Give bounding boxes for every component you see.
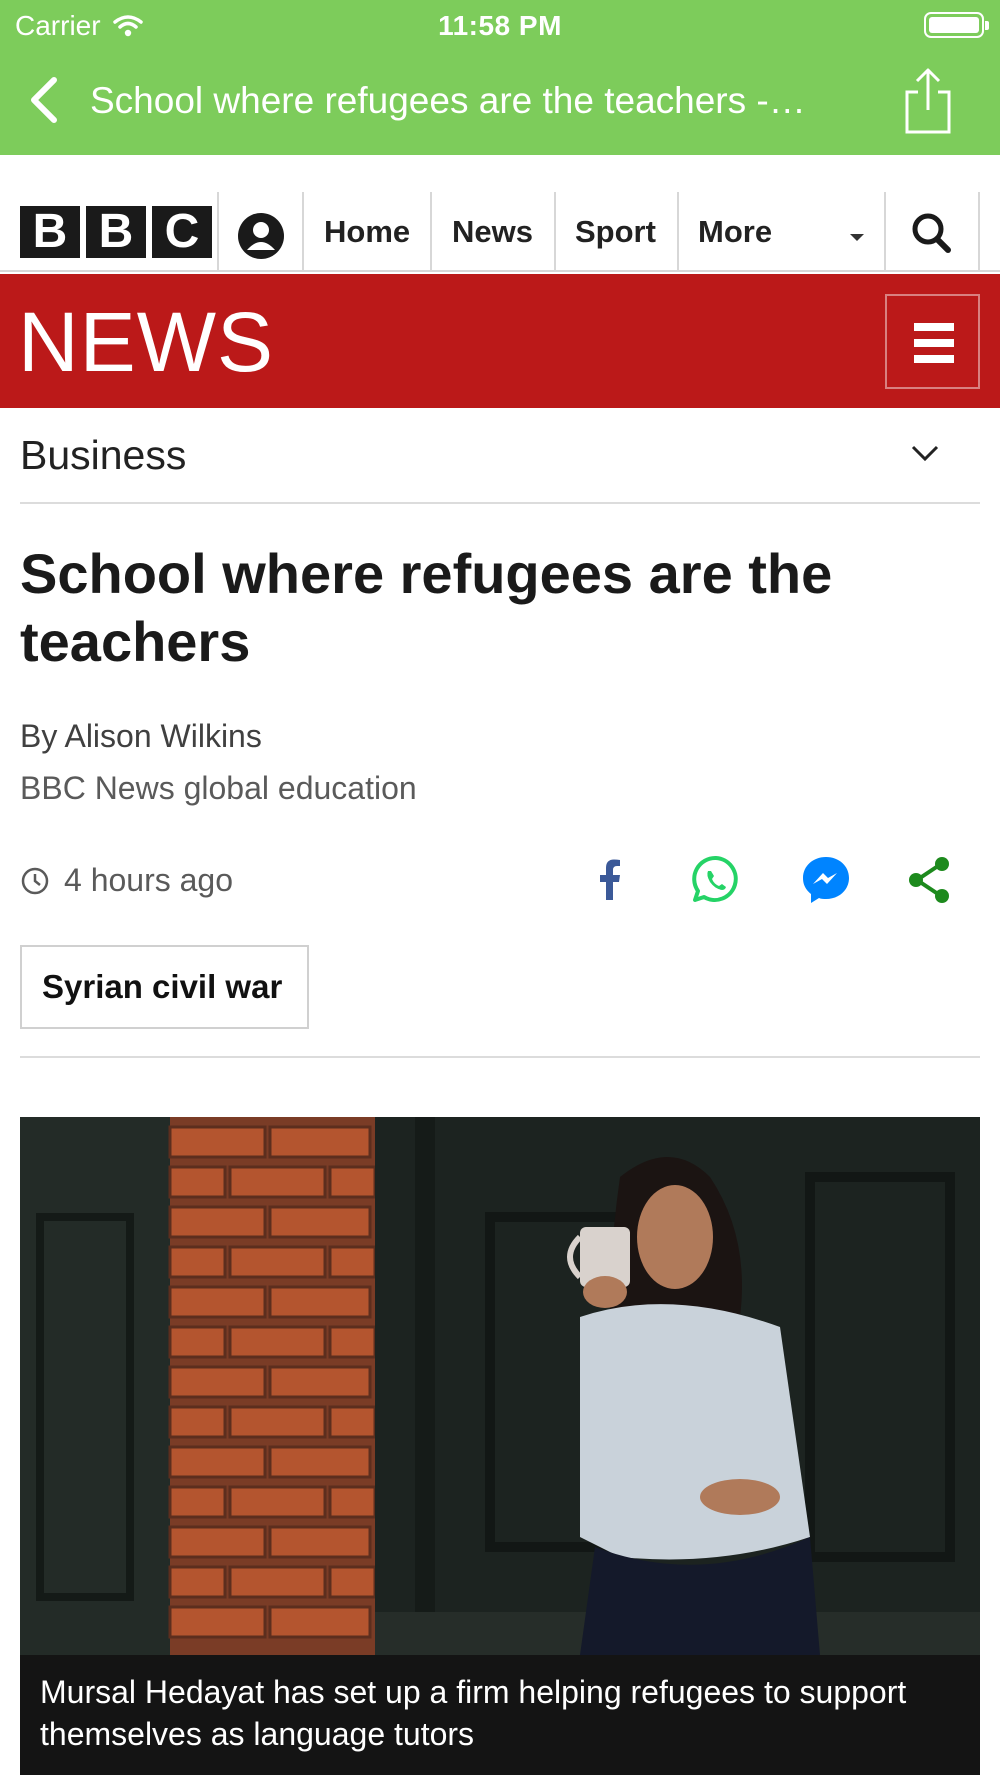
account-icon xyxy=(238,213,284,259)
timestamp-text: 4 hours ago xyxy=(64,862,234,898)
header-divider xyxy=(677,192,679,272)
bbc-logo-letter: B xyxy=(86,206,146,258)
news-logo[interactable]: NEWS xyxy=(18,294,274,391)
clock-icon xyxy=(21,867,49,894)
share-upload-icon xyxy=(905,68,951,134)
nav-title: School where refugees are the teachers -… xyxy=(90,80,806,121)
navigation-bar: School where refugees are the teachers -… xyxy=(0,58,1000,148)
section-label: Business xyxy=(20,432,187,478)
messenger-icon[interactable] xyxy=(798,852,854,908)
article-photo xyxy=(20,1117,980,1655)
article-timestamp: 4 hours ago xyxy=(20,862,233,899)
status-time: 11:58 PM xyxy=(438,10,562,41)
topic-tag[interactable]: Syrian civil war xyxy=(20,945,309,1029)
photo-illustration xyxy=(20,1117,980,1655)
article-byline: By Alison Wilkins xyxy=(20,718,262,754)
chevron-down-icon xyxy=(911,445,939,462)
news-banner: NEWS xyxy=(0,274,1000,408)
account-button[interactable] xyxy=(219,192,302,272)
search-icon xyxy=(912,213,951,253)
share-icon[interactable] xyxy=(902,852,958,908)
hamburger-icon xyxy=(914,323,954,331)
status-bar: Carrier 11:58 PM xyxy=(0,0,1000,50)
header-divider xyxy=(978,192,980,272)
bbc-logo-letter: C xyxy=(152,206,212,258)
menu-button[interactable] xyxy=(885,294,980,389)
author-role: BBC News global education xyxy=(20,770,417,806)
header-divider xyxy=(302,192,304,272)
share-button[interactable] xyxy=(900,66,956,136)
bbc-header: B B C Home News Sport More xyxy=(0,192,1000,272)
nav-link-sport[interactable]: Sport xyxy=(575,192,656,272)
article-headline: School where refugees are the teachers xyxy=(20,542,833,673)
hamburger-icon-line xyxy=(914,339,954,347)
caret-down-icon xyxy=(850,234,864,241)
header-divider xyxy=(554,192,556,272)
photo-caption: Mursal Hedayat has set up a firm helping… xyxy=(20,1655,980,1775)
section-dropdown[interactable]: Business xyxy=(20,410,980,504)
back-button[interactable] xyxy=(24,70,74,130)
nav-link-home[interactable]: Home xyxy=(324,192,410,272)
header-divider xyxy=(430,192,432,272)
battery-icon xyxy=(924,12,989,38)
nav-link-more[interactable]: More xyxy=(698,192,772,272)
bbc-logo[interactable]: B B C xyxy=(20,206,212,258)
hamburger-icon-line xyxy=(914,355,954,363)
bbc-logo-letter: B xyxy=(20,206,80,258)
divider xyxy=(20,1056,980,1058)
facebook-icon[interactable] xyxy=(590,852,630,908)
top-bar: Carrier 11:58 PM School where refugees a… xyxy=(0,0,1000,155)
whatsapp-icon[interactable] xyxy=(688,852,744,908)
search-button[interactable] xyxy=(886,192,978,272)
chevron-left-icon xyxy=(31,77,57,123)
nav-link-news[interactable]: News xyxy=(452,192,533,272)
